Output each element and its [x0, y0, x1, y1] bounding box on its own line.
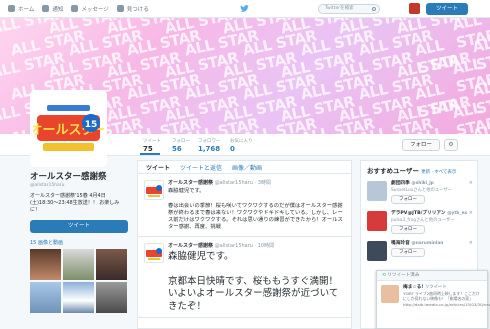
popup-header: ⟲ リツイート済み [377, 271, 487, 281]
account-avatar[interactable] [409, 3, 420, 14]
top-navigation-bar: ホーム 通知 メッセージ 見つける Twitterを検索 ツイート [0, 0, 490, 18]
tab-tweets[interactable]: ツイート [146, 163, 170, 172]
suggestion-avatar[interactable] [367, 181, 387, 201]
suggestion-item: デラPV@JTB/ブリリアン @ytb_ex pulsa3_frogさんと他のユ… [361, 207, 477, 237]
profile-name: オールスター感謝祭 [30, 172, 107, 182]
stat-tweets-value: 75 [143, 145, 153, 153]
nav-notifications-label: 通知 [52, 6, 64, 13]
nav-discover-label: 見つける [126, 6, 149, 13]
tweet-avatar[interactable] [144, 180, 164, 200]
nav-messages-label: メッセージ [81, 6, 109, 13]
tweet-author-name[interactable]: オールスター感謝祭 [168, 180, 213, 186]
tweet-avatar[interactable] [144, 242, 164, 263]
suggestion-name[interactable]: デラPV@JTB/ブリリアン [391, 211, 446, 216]
who-to-follow-title: おすすめユーザー [367, 167, 419, 175]
home-icon [8, 5, 15, 12]
follow-button[interactable]: フォロー [402, 139, 440, 151]
gear-icon[interactable]: ⚙ [444, 139, 458, 151]
stat-tweets-label: ツイート [143, 139, 161, 144]
stat-following-label: フォロー [172, 139, 190, 144]
suggestion-handle: @shiki_jp [411, 181, 434, 186]
photo-thumbnail[interactable] [96, 249, 127, 280]
tweet-text: 森脇健児です。 春は出会いの季節！桜も咲いてワクワクするのだが僕はオールスター感… [168, 188, 343, 231]
envelope-icon [71, 5, 79, 12]
suggestion-name[interactable]: 鳴海玲音 [391, 241, 410, 246]
allstar-logo-icon: オールスター 15 [33, 93, 104, 164]
refresh-link[interactable]: 更新 · すべて表示 [421, 170, 456, 175]
hashtag-icon [116, 5, 124, 12]
allstar-logo-icon [146, 247, 162, 260]
profile-handle[interactable]: @allstar15haru [30, 183, 128, 188]
tweet-meta: @allstar15haru · 3時間 [214, 180, 271, 186]
suggestion-handle: @ytb_ex [447, 211, 468, 216]
bell-icon [42, 5, 50, 12]
search-placeholder: Twitterを検索 [325, 6, 354, 11]
suggestion-item: 鳴海玲音 @naruminlan フォロー × [361, 237, 477, 267]
twitter-bird-icon[interactable] [240, 5, 249, 12]
tweet-author-name[interactable]: オールスター感謝祭 [168, 243, 213, 249]
tweet-item[interactable]: オールスター感謝祭 @allstar15haru · 10時間 森脇健児です。 … [138, 237, 351, 319]
photo-thumbnail[interactable] [30, 249, 61, 280]
stat-favorites-label: お気に入り [230, 139, 253, 144]
suggestion-avatar[interactable] [367, 241, 387, 261]
profile-bio: オールスター感謝祭'15春 4月4日(土)18:30〜23:48生放送！！ お楽… [30, 193, 120, 213]
nav-messages[interactable]: メッセージ [71, 5, 109, 13]
photo-grid [30, 249, 128, 313]
nav-home[interactable]: ホーム [8, 5, 34, 13]
nav-discover[interactable]: 見つける [116, 5, 149, 13]
timeline-tabs: ツイート ツイートと返信 画像／動画 [138, 161, 351, 174]
suggestion-context: SunsetLuxさんと他のユーザー [391, 188, 452, 193]
search-input[interactable]: Twitterを検索 [318, 4, 380, 14]
retweet-notification-popup[interactable]: ⟲ リツイート済み 梅ま☆る! リツイート YSIRT ライブ2曲同時上映します… [376, 270, 490, 329]
stat-followers-label: フォロワー [198, 139, 221, 144]
suggestion-name[interactable]: 劇団四季 [391, 181, 410, 186]
photo-thumbnail[interactable] [63, 249, 94, 280]
popup-header-label: リツイート済み [387, 273, 420, 278]
search-icon [372, 7, 376, 11]
stat-tweets[interactable]: ツイート 75 [143, 138, 161, 153]
stat-favorites-value: 0 [230, 145, 235, 153]
svg-text:15: 15 [85, 120, 98, 130]
tweet-to-button[interactable]: ツイート [30, 220, 128, 233]
tweet-meta: @allstar15haru · 10時間 [214, 242, 275, 249]
nav-home-label: ホーム [18, 6, 35, 13]
stat-followers[interactable]: フォロワー 1,768 [198, 138, 221, 153]
compose-tweet-button[interactable]: ツイート [426, 3, 468, 15]
photo-thumbnail[interactable] [30, 282, 61, 313]
stat-followers-value: 1,768 [198, 145, 221, 153]
who-to-follow-header: おすすめユーザー 更新 · すべて表示 [361, 161, 477, 177]
tab-media[interactable]: 画像／動画 [232, 163, 262, 172]
nav-notifications[interactable]: 通知 [42, 5, 63, 13]
suggestion-handle: @naruminlan [411, 241, 444, 246]
suggestion-item: 劇団四季 @shiki_jp SunsetLuxさんと他のユーザー フォロー × [361, 177, 477, 207]
popup-text: YSIRT ライブ2曲同時上映します！ここだけにしか見れない映像も！「劇場名の家… [403, 291, 490, 307]
suggestion-avatar[interactable] [367, 211, 387, 231]
popup-avatar[interactable] [381, 285, 399, 303]
stat-favorites[interactable]: お気に入り 0 [230, 138, 253, 153]
photo-thumbnail[interactable] [96, 282, 127, 313]
close-icon[interactable]: × [469, 240, 473, 246]
suggestion-follow-button[interactable]: フォロー [391, 225, 425, 234]
suggestion-follow-button[interactable]: フォロー [391, 248, 425, 257]
active-tab-indicator [140, 153, 160, 155]
profile-avatar: オールスター 15 [30, 90, 107, 167]
retweet-icon: ⟲ [382, 273, 386, 278]
tweet-item[interactable]: オールスター感謝祭 @allstar15haru · 3時間 森脇健児です。 春… [138, 174, 351, 237]
suggestion-context: pulsa3_frogさんと他のユーザー [391, 218, 455, 223]
popup-user-name[interactable]: 梅ま☆る! [403, 285, 423, 290]
close-icon[interactable]: × [469, 180, 473, 186]
profile-sidebar: オールスター感謝祭 @allstar15haru オールスター感謝祭'15春 4… [30, 170, 128, 313]
stat-following-value: 56 [172, 145, 182, 153]
timeline: ツイート ツイートと返信 画像／動画 オールスター感謝祭 @allstar15h… [137, 160, 352, 329]
photo-thumbnail[interactable] [63, 282, 94, 313]
close-icon[interactable]: × [469, 210, 473, 216]
stat-following[interactable]: フォロー 56 [172, 138, 190, 153]
photos-videos-link[interactable]: 15 画像と動画 [30, 239, 128, 246]
popup-action: リツイート [425, 285, 447, 290]
tweet-text: 森脇健児です。 京都本日快晴です、桜ももうすぐ満開！いよいよオールスター感謝祭が… [168, 250, 339, 312]
suggestion-follow-button[interactable]: フォロー [391, 195, 425, 204]
tab-tweets-and-replies[interactable]: ツイートと返信 [180, 163, 222, 172]
allstar-logo-icon [146, 185, 162, 197]
